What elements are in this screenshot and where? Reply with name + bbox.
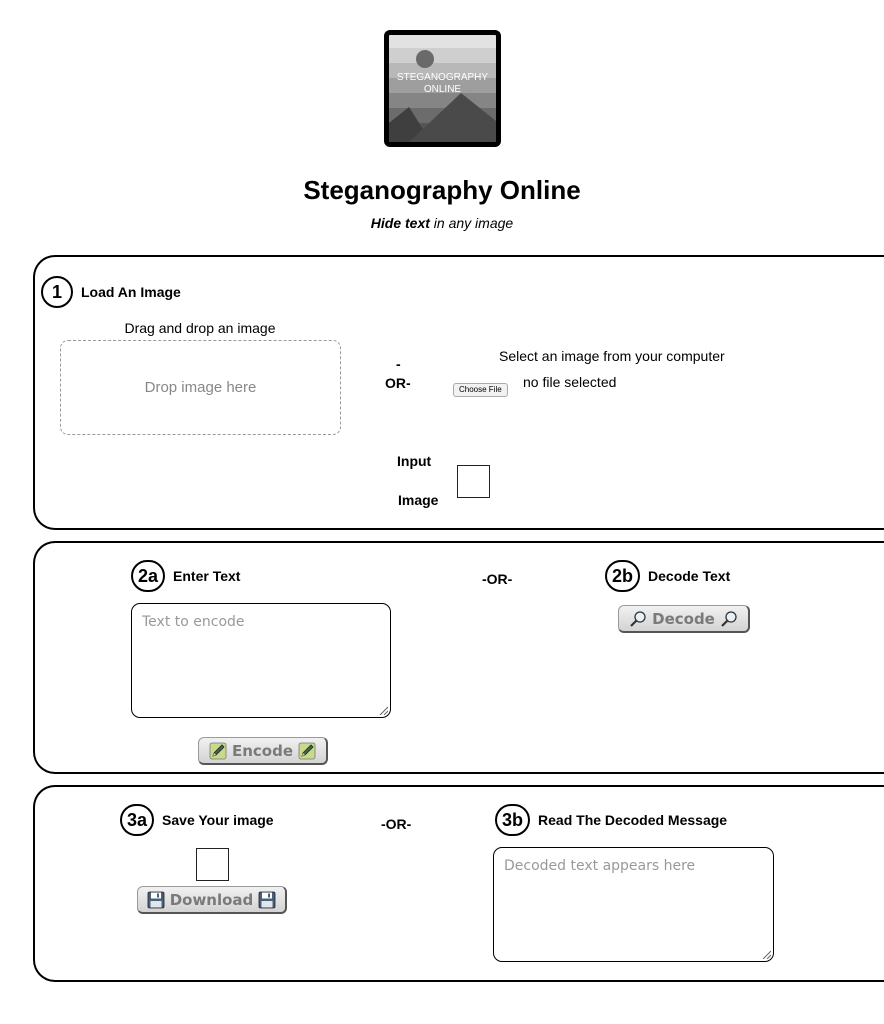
site-logo: STEGANOGRAPHY ONLINE xyxy=(384,30,501,147)
logo-text-line2: ONLINE xyxy=(424,84,462,95)
page-title: Steganography Online xyxy=(303,175,581,205)
or-dash: - xyxy=(396,356,401,372)
download-button-label: Download xyxy=(169,890,254,909)
step-2a-header: 2a Enter Text xyxy=(131,560,240,592)
step-3a-header: 3a Save Your image xyxy=(120,804,274,836)
file-status-text: no file selected xyxy=(523,374,617,390)
or-separator-2: -OR- xyxy=(482,571,513,587)
step-3a-badge: 3a xyxy=(120,804,155,836)
resize-grip-icon[interactable] xyxy=(378,705,388,715)
image-dropzone[interactable]: Drop image here xyxy=(60,340,341,435)
step-2b-badge: 2b xyxy=(605,560,641,592)
step-2a-title: Enter Text xyxy=(173,568,241,584)
encode-text-input[interactable] xyxy=(131,603,391,718)
drag-drop-label: Drag and drop an image xyxy=(124,320,276,336)
logo-text-line1: STEGANOGRAPHY xyxy=(397,72,488,83)
load-image-panel: 1 Load An Image Drag and drop an image D… xyxy=(33,255,884,530)
or-separator-3: -OR- xyxy=(381,816,412,832)
step-3a-title: Save Your image xyxy=(162,812,274,828)
decode-button-label: Decode xyxy=(652,609,715,628)
input-image-label-line2: Image xyxy=(398,492,439,508)
step-3b-title: Read The Decoded Message xyxy=(538,812,728,828)
output-image-preview xyxy=(196,848,229,881)
input-image-label-line1: Input xyxy=(397,453,432,469)
save-read-panel: 3a Save Your image -OR- 3b Read The Deco… xyxy=(33,785,884,982)
pencil-icon xyxy=(209,742,227,760)
encode-button[interactable]: Encode xyxy=(198,737,328,765)
step-3b-header: 3b Read The Decoded Message xyxy=(495,804,727,836)
pencil-icon xyxy=(298,742,316,760)
step-3b-badge: 3b xyxy=(495,804,531,836)
dropzone-text: Drop image here xyxy=(144,379,257,396)
step-1-header: 1 Load An Image xyxy=(41,276,181,308)
choose-file-button[interactable]: Choose File xyxy=(453,383,508,397)
decoded-text-output[interactable] xyxy=(493,847,774,962)
magnifier-icon xyxy=(720,610,738,628)
step-2b-header: 2b Decode Text xyxy=(605,560,730,592)
step-2a-badge: 2a xyxy=(131,560,166,592)
decoded-text-wrapper xyxy=(493,847,774,962)
floppy-disk-icon xyxy=(147,891,165,909)
magnifier-icon xyxy=(629,610,647,628)
select-image-label: Select an image from your computer xyxy=(499,348,725,364)
input-image-preview xyxy=(457,465,490,498)
encode-decode-panel: 2a Enter Text -OR- 2b Decode Text Encode xyxy=(33,541,884,774)
encode-text-wrapper xyxy=(131,603,391,718)
step-1-title: Load An Image xyxy=(81,284,181,300)
decode-button[interactable]: Decode xyxy=(618,605,750,633)
step-2b-title: Decode Text xyxy=(648,568,731,584)
logo-image: STEGANOGRAPHY ONLINE xyxy=(389,35,496,142)
download-button[interactable]: Download xyxy=(137,886,287,914)
subtitle-emphasis: Hide text xyxy=(370,215,430,231)
resize-grip-icon[interactable] xyxy=(761,949,771,959)
page-subtitle: Hide text in any image xyxy=(0,214,884,232)
encode-button-label: Encode xyxy=(231,741,294,760)
step-1-badge: 1 xyxy=(41,276,73,308)
or-separator-1: OR- xyxy=(385,375,411,391)
subtitle-rest: in any image xyxy=(429,215,514,231)
floppy-disk-icon xyxy=(258,891,276,909)
